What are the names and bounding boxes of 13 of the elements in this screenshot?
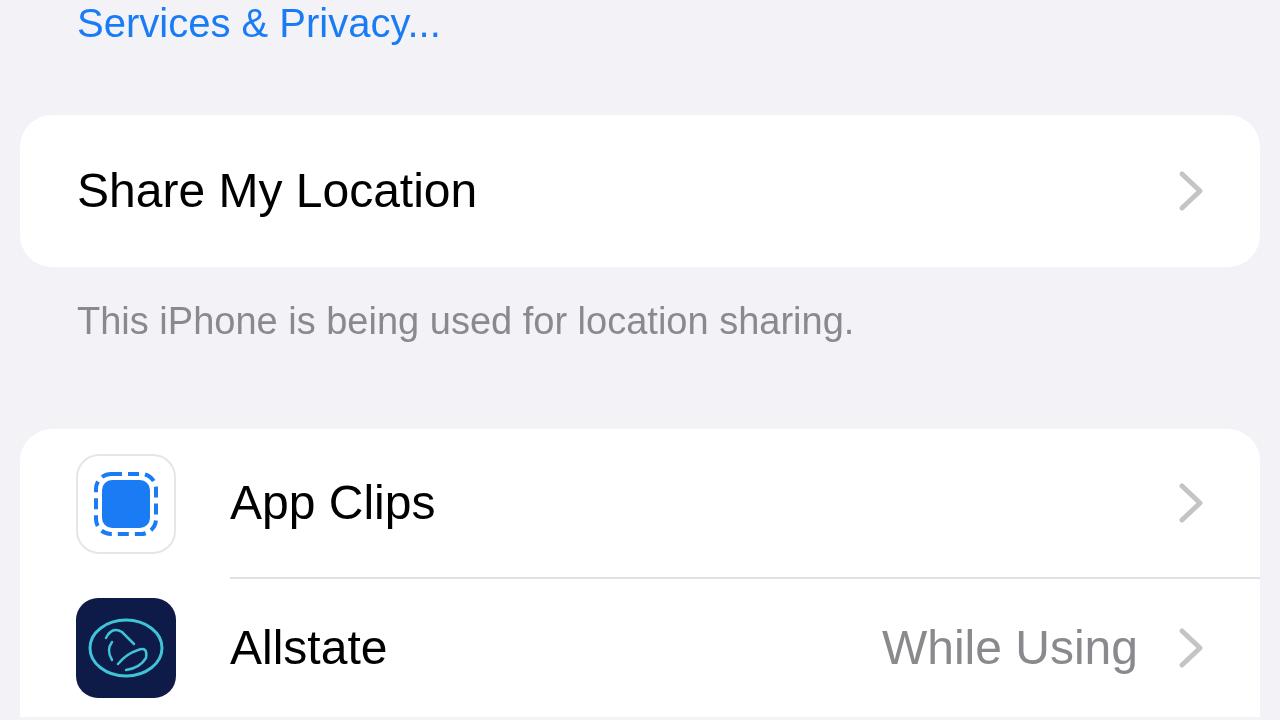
app-row[interactable]: App Clips bbox=[20, 429, 1260, 579]
chevron-right-icon bbox=[1178, 482, 1204, 524]
chevron-right-icon bbox=[1178, 627, 1204, 669]
app-row[interactable]: Allstate While Using bbox=[20, 579, 1260, 717]
permission-value: While Using bbox=[881, 620, 1138, 676]
app-name: Allstate bbox=[230, 620, 389, 676]
footer-note: This iPhone is being used for location sharing. bbox=[77, 299, 856, 344]
share-location-row[interactable]: Share My Location bbox=[20, 115, 1260, 267]
services-privacy-link[interactable]: Services & Privacy... bbox=[77, 0, 441, 48]
app-name: App Clips bbox=[230, 475, 437, 531]
chevron-right-icon bbox=[1178, 170, 1204, 212]
dashed-square-icon bbox=[76, 454, 176, 554]
row-label: Share My Location bbox=[77, 163, 479, 219]
